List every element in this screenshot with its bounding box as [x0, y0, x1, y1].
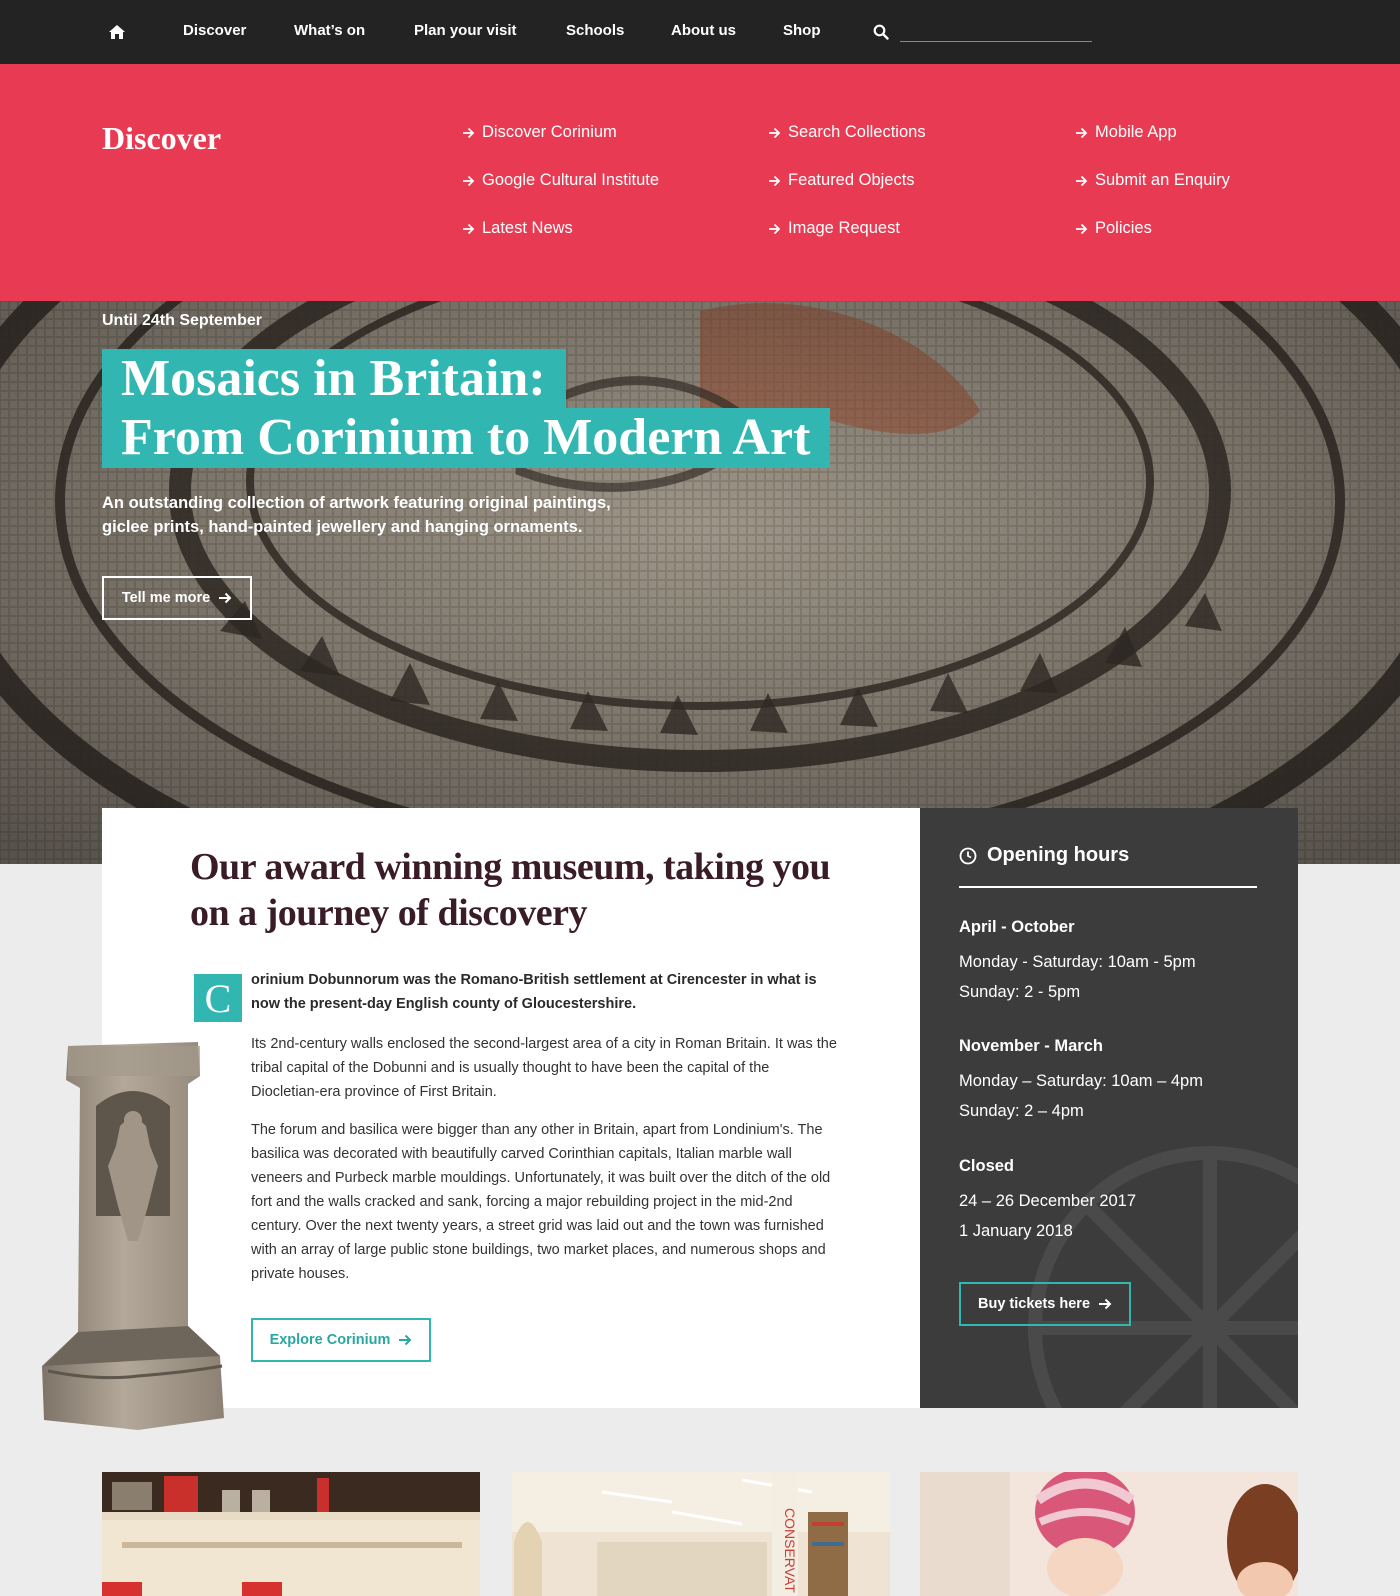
- discover-mega-menu: Discover Discover Corinium Google Cultur…: [0, 64, 1400, 301]
- dropcap: C: [194, 974, 242, 1022]
- menu-link-latest-news[interactable]: Latest News: [462, 219, 573, 238]
- conservation-room-image[interactable]: CONSERVAT: [512, 1472, 890, 1596]
- menu-link-label: Mobile App: [1095, 123, 1177, 141]
- buy-tickets-button[interactable]: Buy tickets here: [959, 1282, 1131, 1326]
- menu-link-submit-an-enquiry[interactable]: Submit an Enquiry: [1075, 171, 1230, 190]
- intro-paragraph-1: Its 2nd-century walls enclosed the secon…: [251, 1036, 837, 1100]
- conservation-sign-text: CONSERVAT: [782, 1508, 798, 1593]
- arrow-right-icon: [219, 592, 232, 604]
- arrow-right-icon: [399, 1334, 412, 1346]
- hours-line: Sunday: 2 - 5pm: [959, 983, 1081, 1001]
- children-activity-image[interactable]: [920, 1472, 1298, 1596]
- opening-hours-panel: Opening hours April - October Monday - S…: [920, 808, 1298, 1408]
- nav-about-us[interactable]: About us: [671, 22, 736, 39]
- arrow-right-icon: [769, 127, 781, 138]
- clock-icon: [959, 847, 977, 864]
- nav-plan-your-visit[interactable]: Plan your visit: [414, 22, 517, 39]
- arrow-right-icon: [463, 127, 475, 138]
- hours-line: Sunday: 2 – 4pm: [959, 1102, 1084, 1120]
- arrow-right-icon: [1076, 223, 1088, 234]
- search-icon[interactable]: [873, 24, 889, 40]
- roman-altar-image: [42, 1042, 224, 1430]
- explore-corinium-button[interactable]: Explore Corinium: [251, 1318, 431, 1362]
- nav-schools[interactable]: Schools: [566, 22, 624, 39]
- opening-hours-title: Opening hours: [959, 844, 1129, 867]
- gallery-interior-image[interactable]: [102, 1472, 480, 1596]
- season-heading: April - October: [959, 918, 1075, 936]
- menu-link-label: Discover Corinium: [482, 123, 617, 141]
- hero-title-line-1: Mosaics in Britain:: [102, 349, 566, 409]
- discover-menu-title: Discover: [102, 120, 222, 156]
- decorative-compass-graphic: [1028, 1146, 1298, 1408]
- tell-me-more-button[interactable]: Tell me more: [102, 576, 252, 620]
- menu-link-discover-corinium[interactable]: Discover Corinium: [462, 123, 617, 142]
- arrow-right-icon: [1099, 1298, 1112, 1310]
- menu-link-featured-objects[interactable]: Featured Objects: [768, 171, 915, 190]
- menu-link-policies[interactable]: Policies: [1075, 219, 1152, 238]
- closed-date: 24 – 26 December 2017: [959, 1192, 1137, 1210]
- divider: [959, 886, 1257, 888]
- button-label: Tell me more: [121, 590, 211, 606]
- menu-link-label: Search Collections: [788, 123, 926, 141]
- hero-description: An outstanding collection of artwork fea…: [102, 494, 611, 536]
- exhibition-date: Until 24th September: [102, 312, 263, 329]
- home-icon[interactable]: [108, 24, 126, 40]
- hero-banner: Until 24th September Mosaics in Britain:…: [0, 301, 1400, 864]
- menu-link-label: Google Cultural Institute: [482, 171, 660, 189]
- intro-heading: Our award winning museum, taking you on …: [190, 846, 831, 934]
- menu-link-label: Featured Objects: [788, 171, 915, 189]
- arrow-right-icon: [1076, 175, 1088, 186]
- hours-line: Monday - Saturday: 10am - 5pm: [959, 953, 1196, 971]
- arrow-right-icon: [463, 223, 475, 234]
- intro-paragraph-2: The forum and basilica were bigger than …: [251, 1122, 831, 1282]
- arrow-right-icon: [1076, 127, 1088, 138]
- arrow-right-icon: [769, 175, 781, 186]
- menu-link-label: Submit an Enquiry: [1095, 171, 1230, 189]
- hours-line: Monday – Saturday: 10am – 4pm: [959, 1072, 1203, 1090]
- hero-title-line-2: From Corinium to Modern Art: [102, 408, 831, 468]
- nav-shop[interactable]: Shop: [783, 22, 821, 39]
- top-navigation: Discover What’s on Plan your visit Schoo…: [0, 0, 1400, 64]
- button-label: Explore Corinium: [269, 1332, 391, 1348]
- opening-hours-title-text: Opening hours: [987, 844, 1130, 866]
- arrow-right-icon: [769, 223, 781, 234]
- menu-link-label: Latest News: [482, 219, 573, 237]
- intro-lead-paragraph: orinium Dobunnorum was the Romano-Britis…: [251, 972, 817, 1012]
- menu-link-mobile-app[interactable]: Mobile App: [1075, 123, 1177, 142]
- menu-link-google-cultural-institute[interactable]: Google Cultural Institute: [462, 171, 659, 190]
- season-heading: Closed: [959, 1157, 1015, 1175]
- arrow-right-icon: [463, 175, 475, 186]
- season-heading: November - March: [959, 1037, 1103, 1055]
- search-input[interactable]: [900, 20, 1092, 42]
- closed-date: 1 January 2018: [959, 1222, 1073, 1240]
- menu-link-image-request[interactable]: Image Request: [768, 219, 900, 238]
- nav-discover[interactable]: Discover: [183, 22, 246, 39]
- menu-link-label: Policies: [1095, 219, 1152, 237]
- menu-link-label: Image Request: [788, 219, 900, 237]
- menu-link-search-collections[interactable]: Search Collections: [768, 123, 926, 142]
- button-label: Buy tickets here: [977, 1296, 1091, 1312]
- nav-whats-on[interactable]: What’s on: [294, 22, 365, 39]
